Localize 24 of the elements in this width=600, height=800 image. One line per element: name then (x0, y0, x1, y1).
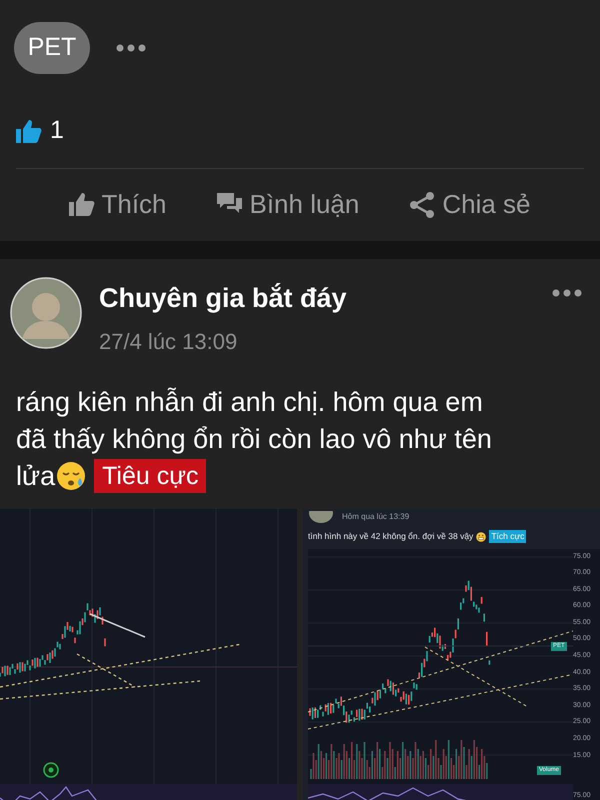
sentiment-tag: Tiêu cực (94, 459, 206, 493)
post-text: lửa (16, 460, 56, 492)
author-name[interactable]: Chuyên gia bắt đáy (99, 280, 552, 314)
marker-icon (43, 762, 59, 778)
avatar-photo-placeholder (10, 276, 82, 348)
post-text: đã thấy không ổn rồi còn lao vô như tên (16, 422, 492, 456)
thumbs-up-icon (16, 118, 42, 143)
reaction-count: 1 (50, 115, 64, 146)
sleepy-face-icon (56, 461, 86, 491)
post-time: Hôm qua lúc 13:39 (342, 510, 410, 522)
thumbs-up-icon (69, 192, 96, 218)
post-text: tình hình này về 42 không ổn. đợi về 38 vậy (308, 530, 474, 543)
share-button[interactable]: Chia sẻ (410, 185, 530, 224)
post-time: 27/4 lúc 13:09 (99, 328, 238, 356)
like-button[interactable]: Thích (69, 185, 167, 224)
more-icon (552, 288, 582, 296)
post-text: ráng kiên nhẫn đi anh chị. hôm qua em (16, 386, 483, 419)
more-icon (116, 44, 146, 52)
avatar-photo-placeholder (308, 510, 334, 522)
comment-button[interactable]: Bình luận (217, 185, 360, 224)
sentiment-tag: Tích cực (489, 530, 526, 543)
grimace-face-icon (476, 532, 486, 542)
ticker-chip[interactable]: PET (14, 22, 90, 74)
share-icon (410, 192, 436, 218)
